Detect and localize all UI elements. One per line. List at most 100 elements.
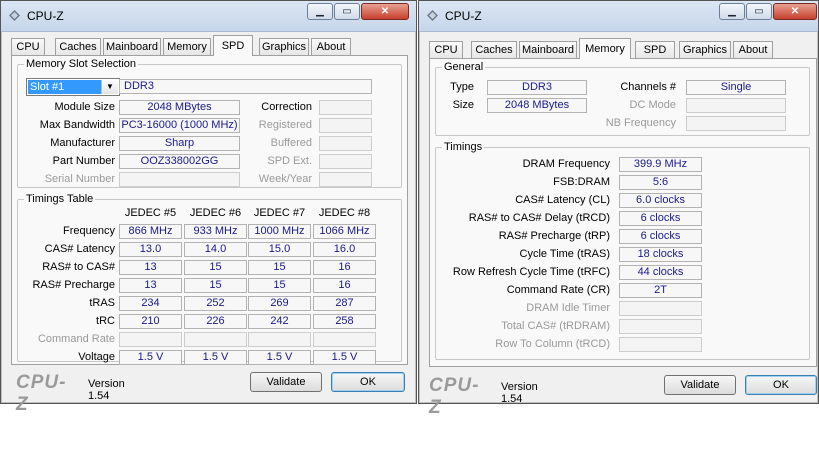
jedec-header: JEDEC #7 xyxy=(253,207,306,219)
week-year-label: Week/Year xyxy=(258,173,312,185)
title-bar[interactable]: CPU-Z ▁ ▭ ✕ xyxy=(419,1,818,32)
app-icon xyxy=(427,10,438,21)
channels-label: Channels # xyxy=(620,81,676,93)
dram-idle-timer-label: DRAM Idle Timer xyxy=(526,302,610,314)
timing-cell: 252 xyxy=(184,296,247,311)
close-button[interactable]: ✕ xyxy=(773,3,817,20)
command-rate-label: Command Rate (CR) xyxy=(506,284,610,296)
tab-spd[interactable]: SPD xyxy=(635,41,675,58)
close-button[interactable]: ✕ xyxy=(361,3,409,20)
tab-cpu[interactable]: CPU xyxy=(11,38,45,55)
cas-latency-label: CAS# Latency (CL) xyxy=(515,194,610,206)
timing-cell: 210 xyxy=(119,314,182,329)
command-rate-value: 2T xyxy=(619,283,702,298)
app-icon xyxy=(9,10,20,21)
cycle-time-label: Cycle Time (tRAS) xyxy=(519,248,610,260)
trc-label: tRC xyxy=(96,315,115,327)
version-label: Version 1.54 xyxy=(501,381,538,405)
tab-bar: CPU Caches Mainboard Memory SPD Graphics… xyxy=(429,38,819,59)
group-label: Memory Slot Selection xyxy=(24,58,139,70)
timing-cell: 14.0 xyxy=(184,242,247,257)
timing-cell: 258 xyxy=(313,314,376,329)
validate-button[interactable]: Validate xyxy=(664,375,736,395)
timing-cell: 15 xyxy=(248,278,311,293)
total-cas-label: Total CAS# (tRDRAM) xyxy=(501,320,610,332)
manufacturer-label: Manufacturer xyxy=(50,137,115,149)
ras-precharge-value: 6 clocks xyxy=(619,229,702,244)
part-number-value: OOZ338002GG xyxy=(119,154,240,169)
jedec-header: JEDEC #8 xyxy=(318,207,371,219)
ras-precharge-label: RAS# Precharge (tRP) xyxy=(498,230,610,242)
voltage-cell: 1.5 V xyxy=(184,350,247,365)
cpuz-spd-window: CPU-Z ▁ ▭ ✕ CPU Caches Mainboard Memory … xyxy=(0,0,417,415)
buffered-value xyxy=(319,136,372,151)
tab-memory[interactable]: Memory xyxy=(579,38,631,59)
size-value: 2048 MBytes xyxy=(487,98,587,113)
buffered-label: Buffered xyxy=(270,137,312,149)
dram-frequency-label: DRAM Frequency xyxy=(522,158,610,170)
close-icon: ✕ xyxy=(790,6,800,17)
window-title: CPU-Z xyxy=(27,9,64,23)
dropdown-arrow-icon: ▼ xyxy=(101,80,118,94)
size-label: Size xyxy=(452,99,474,111)
timing-cell: 15 xyxy=(184,260,247,275)
tab-spd[interactable]: SPD xyxy=(213,35,253,56)
dram-idle-timer-value xyxy=(619,301,702,316)
timing-cell xyxy=(248,332,311,347)
tab-memory[interactable]: Memory xyxy=(163,38,211,55)
serial-number-value xyxy=(119,172,240,187)
tab-mainboard[interactable]: Mainboard xyxy=(519,41,577,58)
version-label: Version 1.54 xyxy=(88,378,125,402)
group-label: Timings Table xyxy=(24,193,96,205)
ok-button[interactable]: OK xyxy=(331,372,405,392)
close-icon: ✕ xyxy=(380,6,390,17)
group-label: Timings xyxy=(442,141,485,153)
command-rate-label: Command Rate xyxy=(37,333,115,345)
slot-select[interactable]: Slot #1 ▼ xyxy=(26,78,120,96)
maximize-button[interactable]: ▭ xyxy=(746,3,772,20)
timing-cell xyxy=(184,332,247,347)
maximize-icon: ▭ xyxy=(342,6,352,17)
timing-cell: 15 xyxy=(184,278,247,293)
registered-label: Registered xyxy=(258,119,312,131)
timing-cell: 1000 MHz xyxy=(248,224,311,239)
tab-graphics[interactable]: Graphics xyxy=(679,41,731,58)
voltage-label: Voltage xyxy=(78,351,115,363)
timing-cell: 226 xyxy=(184,314,247,329)
timing-cell: 242 xyxy=(248,314,311,329)
channels-value: Single xyxy=(686,80,786,95)
title-bar[interactable]: CPU-Z ▁ ▭ ✕ xyxy=(1,1,416,32)
ok-button[interactable]: OK xyxy=(745,375,817,395)
max-bandwidth-label: Max Bandwidth xyxy=(39,119,115,131)
serial-number-label: Serial Number xyxy=(44,173,115,185)
ras-to-cas-delay-value: 6 clocks xyxy=(619,211,702,226)
ras-precharge-label: RAS# Precharge xyxy=(32,279,115,291)
correction-value xyxy=(319,100,372,115)
tab-graphics[interactable]: Graphics xyxy=(259,38,309,55)
correction-label: Correction xyxy=(261,101,312,113)
maximize-button[interactable]: ▭ xyxy=(334,3,360,20)
tab-bar: CPU Caches Mainboard Memory SPD Graphics… xyxy=(11,35,406,56)
timing-cell: 16.0 xyxy=(313,242,376,257)
spd-ext-label: SPD Ext. xyxy=(267,155,312,167)
minimize-icon: ▁ xyxy=(316,6,324,17)
minimize-button[interactable]: ▁ xyxy=(719,3,745,20)
tab-mainboard[interactable]: Mainboard xyxy=(103,38,161,55)
registered-value xyxy=(319,118,372,133)
row-refresh-value: 44 clocks xyxy=(619,265,702,280)
validate-button[interactable]: Validate xyxy=(250,372,322,392)
ras-to-cas-label: RAS# to CAS# xyxy=(42,261,115,273)
nb-frequency-value xyxy=(686,116,786,131)
dc-mode-value xyxy=(686,98,786,113)
tab-caches[interactable]: Caches xyxy=(55,38,101,55)
minimize-button[interactable]: ▁ xyxy=(307,3,333,20)
memory-slot-selection-group: Memory Slot Selection Slot #1 ▼ DDR3 Mod… xyxy=(17,58,402,188)
tab-caches[interactable]: Caches xyxy=(471,41,517,58)
timing-cell: 13.0 xyxy=(119,242,182,257)
tab-about[interactable]: About xyxy=(733,41,773,58)
memory-type-value: DDR3 xyxy=(119,79,372,94)
tab-cpu[interactable]: CPU xyxy=(429,41,463,58)
module-size-label: Module Size xyxy=(54,101,115,113)
cycle-time-value: 18 clocks xyxy=(619,247,702,262)
tab-about[interactable]: About xyxy=(311,38,351,55)
